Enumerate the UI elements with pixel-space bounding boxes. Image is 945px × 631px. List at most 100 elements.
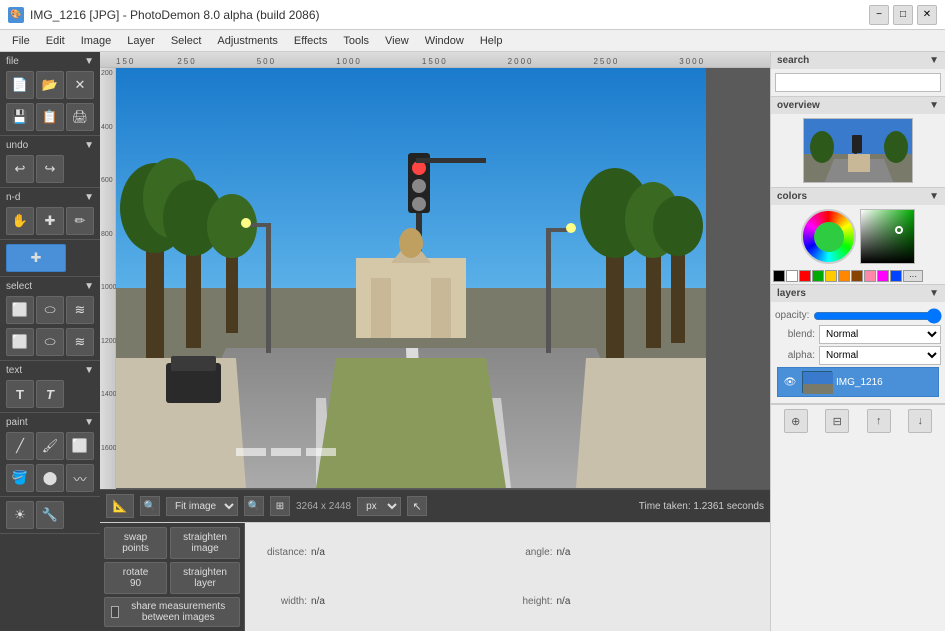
canvas-container[interactable]: 15025050010001500200025003000 2004006008… (100, 52, 770, 489)
ruler-tool[interactable]: 📐 (106, 494, 134, 518)
blend-select[interactable]: Normal Multiply Screen Overlay (819, 325, 941, 344)
text-tool2[interactable]: T (36, 380, 64, 408)
pen-tool[interactable]: ✏ (66, 207, 94, 235)
move-tool[interactable]: ✚ (36, 207, 64, 235)
toolbar-section-file-arrow[interactable]: ▼ (84, 56, 94, 67)
menu-effects[interactable]: Effects (286, 33, 335, 49)
toolbar-section-undo-arrow[interactable]: ▼ (84, 140, 94, 151)
select-tool3[interactable]: ≋ (66, 328, 94, 356)
text-tool[interactable]: T (6, 380, 34, 408)
color-picker-handle[interactable] (895, 226, 903, 234)
rotate-90-button[interactable]: rotate 90 (104, 562, 167, 594)
toolbar-row-active: ✚ (2, 242, 98, 274)
pencil-tool[interactable]: ╱ (6, 432, 34, 460)
swatch-red[interactable] (799, 270, 811, 282)
toolbar-section-undo-label: undo (6, 140, 28, 151)
swap-points-button[interactable]: swap points (104, 527, 167, 559)
menu-tools[interactable]: Tools (335, 33, 377, 49)
color-picker-box[interactable] (860, 209, 915, 264)
minimize-button[interactable]: − (869, 5, 889, 25)
share-measurements-button[interactable]: share measurements between images (104, 597, 240, 627)
swatch-white[interactable] (786, 270, 798, 282)
swatch-black[interactable] (773, 270, 785, 282)
redo-button[interactable]: ↪ (36, 155, 64, 183)
toolbar-section-nd-arrow[interactable]: ▼ (84, 192, 94, 203)
toolbar-section-text-arrow[interactable]: ▼ (84, 365, 94, 376)
zoom-select[interactable]: Fit image 25% 50% 100% 200% (166, 497, 238, 516)
rect-select-tool[interactable]: ⬜ (6, 296, 34, 324)
menu-adjustments[interactable]: Adjustments (209, 33, 286, 49)
active-tool-button[interactable]: ✚ (6, 244, 66, 272)
toolbar-section-select-arrow[interactable]: ▼ (84, 281, 94, 292)
ellipse-select-tool[interactable]: ⬭ (36, 296, 64, 324)
eraser-tool[interactable]: ⬜ (66, 432, 94, 460)
window-controls[interactable]: − □ ✕ (869, 5, 937, 25)
search-input[interactable] (775, 73, 941, 92)
color-wheel[interactable] (801, 209, 856, 264)
maximize-button[interactable]: □ (893, 5, 913, 25)
alpha-select[interactable]: Normal Multiply (819, 346, 941, 365)
menu-image[interactable]: Image (73, 33, 120, 49)
zoom-out-button[interactable]: 🔍 (140, 496, 160, 516)
width-label: width: (255, 596, 307, 607)
export-button[interactable]: 🖨 (66, 103, 94, 131)
magic-wand-tool[interactable]: ⬭ (36, 328, 64, 356)
stamp-tool[interactable]: ⬤ (36, 464, 64, 492)
overview-header[interactable]: overview ▼ (771, 97, 945, 114)
misc-tool[interactable]: 🔧 (36, 501, 64, 529)
pan-tool[interactable]: ✋ (6, 207, 34, 235)
swatches-more-button[interactable]: ··· (903, 270, 923, 282)
menu-edit[interactable]: Edit (38, 33, 73, 49)
swatch-orange[interactable] (838, 270, 850, 282)
menu-window[interactable]: Window (417, 33, 472, 49)
toolbar-section-paint: paint ▼ ╱ 🖌 ⬜ 🪣 ⬤ 〰 (0, 413, 100, 497)
toolbar-section-misc: ☀ 🔧 (0, 497, 100, 534)
poly-select-tool[interactable]: ⬜ (6, 328, 34, 356)
swatch-magenta[interactable] (877, 270, 889, 282)
cursor-tool[interactable]: ↖ (407, 496, 427, 516)
colors-header[interactable]: colors ▼ (771, 188, 945, 205)
toolbar-row-undo: ↩ ↪ (2, 153, 98, 185)
unit-select[interactable]: px in cm (357, 497, 401, 516)
swatch-blue[interactable] (890, 270, 902, 282)
swatch-yellow[interactable] (825, 270, 837, 282)
search-header[interactable]: search ▼ (771, 52, 945, 69)
move-layer-up-button[interactable]: ↑ (867, 409, 891, 433)
brush-tool[interactable]: 🖌 (36, 432, 64, 460)
overview-thumbnail[interactable] (803, 118, 913, 183)
undo-button[interactable]: ↩ (6, 155, 34, 183)
merge-down-button[interactable]: ⊟ (825, 409, 849, 433)
search-content (771, 69, 945, 96)
menu-help[interactable]: Help (472, 33, 511, 49)
layer-thumbnail (802, 371, 832, 393)
lasso-tool[interactable]: ≋ (66, 296, 94, 324)
new-file-button[interactable]: 📄 (6, 71, 34, 99)
swatch-green[interactable] (812, 270, 824, 282)
open-file-button[interactable]: 📂 (36, 71, 64, 99)
menu-layer[interactable]: Layer (119, 33, 163, 49)
save-as-button[interactable]: 📋 (36, 103, 64, 131)
opacity-slider[interactable] (813, 309, 942, 323)
canvas-settings-button[interactable]: ⊞ (270, 496, 290, 516)
toolbar-section-select-label: select (6, 281, 32, 292)
layer-visibility-button[interactable]: 👁 (782, 374, 798, 390)
move-layer-down-button[interactable]: ↓ (908, 409, 932, 433)
menu-file[interactable]: File (4, 33, 38, 49)
close-file-button[interactable]: ✕ (66, 71, 94, 99)
straighten-layer-button[interactable]: straighten layer (170, 562, 240, 594)
close-button[interactable]: ✕ (917, 5, 937, 25)
straighten-image-button[interactable]: straighten image (170, 527, 240, 559)
toolbar-section-paint-arrow[interactable]: ▼ (84, 417, 94, 428)
zoom-in-button[interactable]: 🔍 (244, 496, 264, 516)
swatch-pink[interactable] (864, 270, 876, 282)
fill-tool[interactable]: 🪣 (6, 464, 34, 492)
dodge-tool[interactable]: ☀ (6, 501, 34, 529)
menu-view[interactable]: View (377, 33, 417, 49)
smudge-tool[interactable]: 〰 (66, 464, 94, 492)
layer-item[interactable]: 👁 IMG_1216 (777, 367, 939, 397)
menu-select[interactable]: Select (163, 33, 210, 49)
swatch-brown[interactable] (851, 270, 863, 282)
save-button[interactable]: 💾 (6, 103, 34, 131)
layers-header[interactable]: layers ▼ (771, 285, 945, 302)
add-layer-button[interactable]: ⊕ (784, 409, 808, 433)
